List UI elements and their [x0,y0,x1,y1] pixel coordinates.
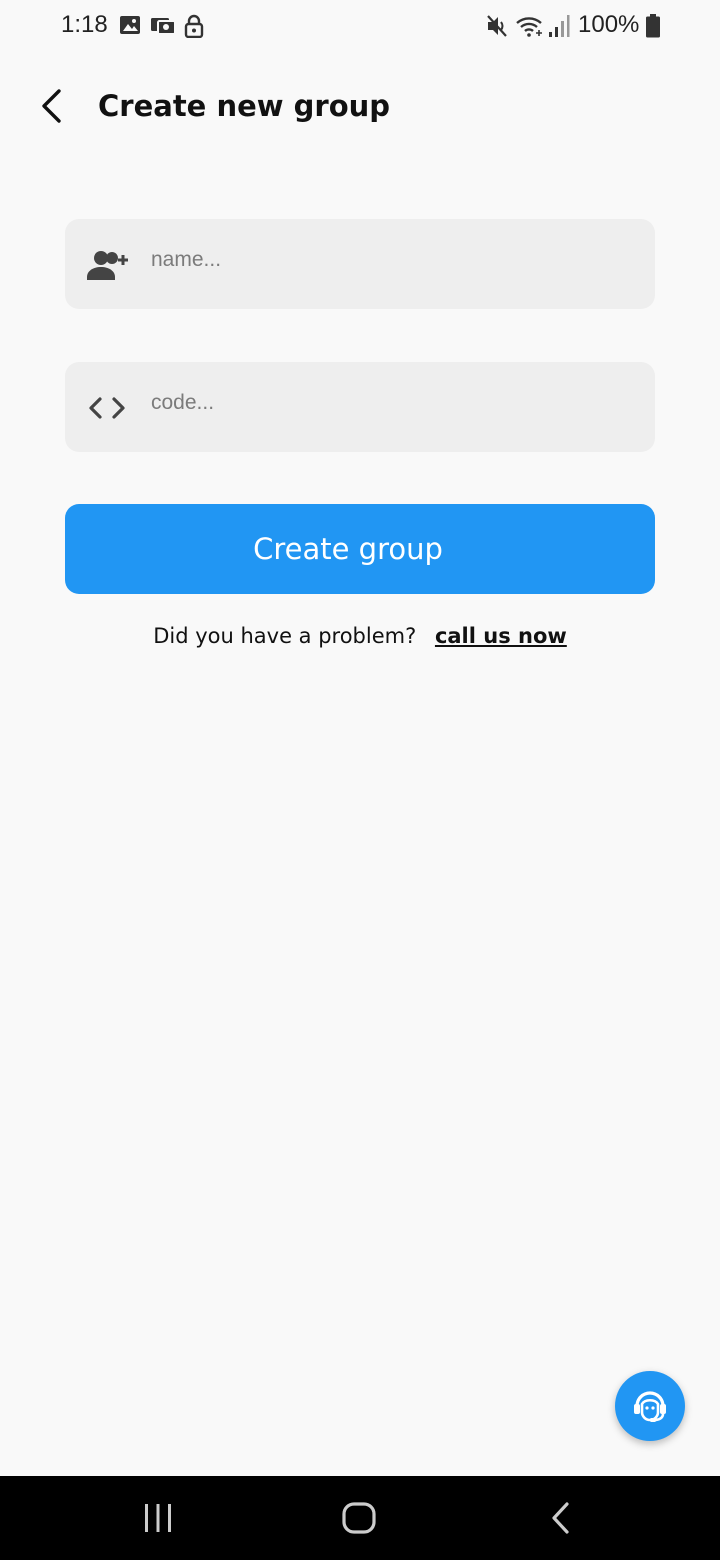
status-time: 1:18 [61,11,108,38]
back-icon [552,1502,569,1534]
wifi-icon [515,14,545,42]
mute-icon [486,14,510,42]
back-arrow-icon [42,89,61,123]
name-input[interactable] [149,237,633,283]
code-input[interactable] [149,380,633,426]
nav-back-button[interactable] [531,1494,591,1542]
group-add-icon [85,243,129,287]
page-title: Create new group [98,89,391,123]
create-group-button[interactable]: Create group [65,504,655,594]
recent-apps-icon [145,1504,171,1532]
create-group-label: Create group [253,532,443,566]
help-text: Did you have a problem? [153,624,417,648]
signal-icon [548,14,570,42]
system-nav-bar [0,1476,720,1560]
payment-icon [150,14,176,40]
support-agent-icon [634,1391,666,1422]
code-icon [85,386,129,430]
home-icon [342,1502,376,1534]
recent-apps-button[interactable] [128,1494,188,1542]
help-line: Did you have a problem? call us now [0,624,720,648]
battery-percent: 100% [578,11,640,38]
battery-icon [646,14,660,42]
home-button[interactable] [329,1494,389,1542]
name-field[interactable] [65,219,655,309]
support-fab[interactable] [615,1371,685,1441]
code-field[interactable] [65,362,655,452]
lock-icon [184,14,204,42]
status-bar: 1:18 100% [0,0,720,54]
back-button[interactable] [28,82,76,130]
call-us-link[interactable]: call us now [435,624,567,648]
image-icon [119,14,141,40]
